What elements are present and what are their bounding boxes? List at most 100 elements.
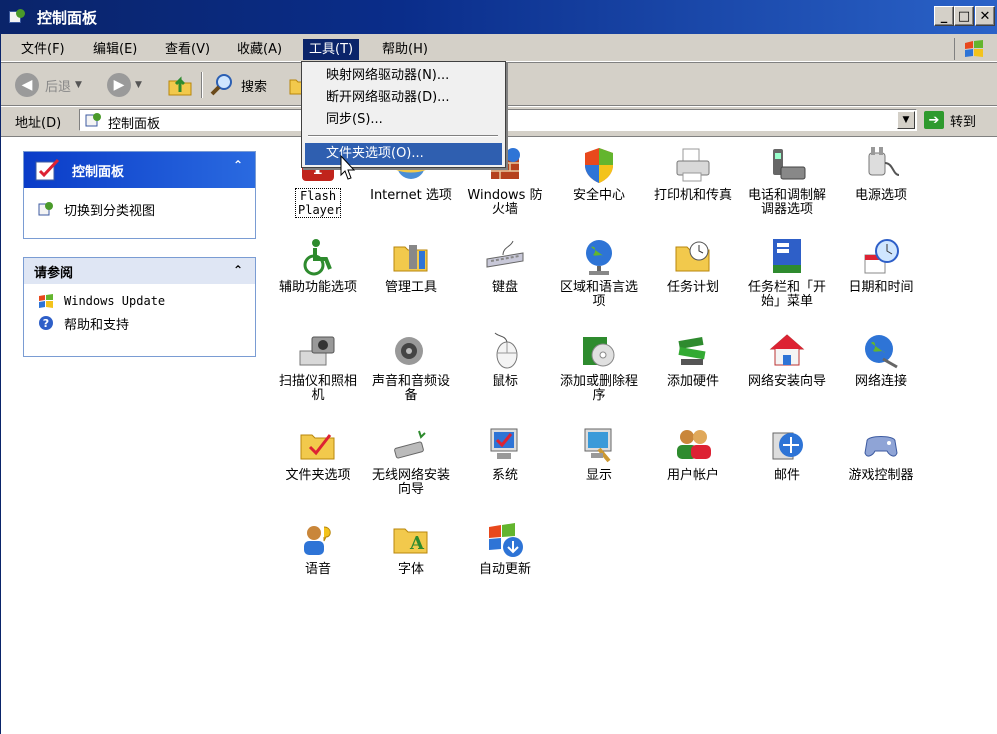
- folder-options-item[interactable]: 文件夹选项: [276, 425, 360, 483]
- printers-faxes-label: 打印机和传真: [653, 188, 732, 203]
- system-item[interactable]: 系统: [463, 425, 547, 483]
- taskbar-icon: [767, 237, 807, 277]
- speech-item[interactable]: 语音: [276, 519, 360, 577]
- folder-options-icon: [298, 425, 338, 465]
- game-controllers-item[interactable]: 游戏控制器: [839, 425, 923, 483]
- see-also-header[interactable]: 请参阅 ⌃: [24, 258, 255, 284]
- keyboard-icon: [485, 237, 525, 277]
- minimize-button[interactable]: _: [934, 6, 954, 26]
- search-icon: [210, 74, 232, 96]
- control-panel-large-icon: [35, 158, 60, 181]
- admin-tools-label: 管理工具: [384, 280, 437, 295]
- add-remove-programs-item[interactable]: 添加或删除程序: [557, 331, 641, 403]
- security-center-item[interactable]: 安全中心: [557, 145, 641, 203]
- keyboard-item[interactable]: 键盘: [463, 237, 547, 295]
- back-button[interactable]: ◀ 后退 ▼: [15, 70, 82, 100]
- search-button[interactable]: 搜索: [209, 70, 267, 100]
- control-panel-pane-title: 控制面板: [72, 164, 125, 180]
- accessibility-item[interactable]: 辅助功能选项: [276, 237, 360, 295]
- date-time-item[interactable]: 日期和时间: [839, 237, 923, 295]
- network-connections-icon: [861, 331, 901, 371]
- scanners-cameras-item[interactable]: 扫描仪和照相机: [276, 331, 360, 403]
- maximize-button[interactable]: □: [954, 6, 974, 26]
- sounds-audio-item[interactable]: 声音和音频设备: [369, 331, 453, 403]
- windows-update-label: Windows Update: [64, 294, 166, 308]
- network-setup-wizard-item[interactable]: 网络安装向导: [745, 331, 829, 389]
- menu-tools[interactable]: 工具(T): [303, 39, 360, 60]
- forward-button[interactable]: ▶ ▼: [107, 70, 142, 100]
- windows-update-icon: [39, 294, 53, 308]
- mail-item[interactable]: 邮件: [745, 425, 829, 483]
- svg-text:A: A: [409, 533, 425, 554]
- mouse-item[interactable]: 鼠标: [463, 331, 547, 389]
- menu-help[interactable]: 帮助(H): [376, 39, 434, 60]
- scheduled-tasks-item[interactable]: 任务计划: [651, 237, 735, 295]
- wireless-setup-label: 无线网络安装向导: [371, 468, 450, 497]
- phone-modem-icon: [767, 145, 807, 185]
- control-panel-icon: [9, 9, 27, 25]
- switch-category-view-label: 切换到分类视图: [64, 203, 156, 219]
- menu-edit[interactable]: 编辑(E): [87, 39, 143, 60]
- network-setup-icon: [767, 331, 807, 371]
- help-support-link[interactable]: ? 帮助和支持: [38, 312, 245, 334]
- mail-label: 邮件: [773, 468, 800, 483]
- disconnect-network-drive-item[interactable]: 断开网络驱动器(D)...: [305, 87, 502, 109]
- regional-language-item[interactable]: 区域和语言选项: [557, 237, 641, 309]
- auto-update-item[interactable]: 自动更新: [463, 519, 547, 577]
- user-accounts-item[interactable]: 用户帐户: [651, 425, 735, 483]
- menu-file[interactable]: 文件(F): [15, 39, 71, 60]
- windows-update-link[interactable]: Windows Update: [38, 290, 245, 312]
- toolbar-separator: [201, 72, 202, 98]
- title-bar[interactable]: 控制面板 _ □ ✕: [1, 0, 997, 34]
- internet-options-label: Internet 选项: [370, 188, 452, 203]
- go-button[interactable]: ➔ 转到: [924, 109, 976, 131]
- phone-modem-item[interactable]: 电话和调制解调器选项: [745, 145, 829, 217]
- address-value: 控制面板: [108, 117, 161, 132]
- game-controller-icon: [861, 425, 901, 465]
- collapse-chevron-icon[interactable]: ⌃: [233, 158, 243, 172]
- address-dropdown-icon[interactable]: ▼: [897, 111, 915, 129]
- address-label: 地址(D): [15, 116, 62, 131]
- windows-logo-icon: [954, 38, 992, 60]
- speaker-icon: [391, 331, 431, 371]
- control-panel-pane-header[interactable]: 控制面板 ⌃: [24, 152, 255, 188]
- svg-text:?: ?: [43, 317, 49, 330]
- folder-options-menu-item[interactable]: 文件夹选项(O)...: [305, 143, 502, 165]
- admin-tools-item[interactable]: 管理工具: [369, 237, 453, 295]
- clock-icon: [861, 237, 901, 277]
- tools-dropdown-menu: 映射网络驱动器(N)... 断开网络驱动器(D)... 同步(S)... 文件夹…: [301, 61, 506, 168]
- fonts-item[interactable]: A 字体: [369, 519, 453, 577]
- control-panel-task-pane: 控制面板 ⌃ 切换到分类视图: [23, 151, 256, 239]
- printers-faxes-item[interactable]: 打印机和传真: [651, 145, 735, 203]
- network-connections-item[interactable]: 网络连接: [839, 331, 923, 389]
- go-arrow-icon: ➔: [924, 111, 944, 129]
- close-button[interactable]: ✕: [975, 6, 995, 26]
- menu-view[interactable]: 查看(V): [159, 39, 216, 60]
- display-item[interactable]: 显示: [557, 425, 641, 483]
- add-hardware-item[interactable]: 添加硬件: [651, 331, 735, 389]
- add-hardware-label: 添加硬件: [666, 374, 719, 389]
- system-label: 系统: [491, 468, 518, 483]
- game-controllers-label: 游戏控制器: [848, 468, 914, 483]
- synchronize-item[interactable]: 同步(S)...: [305, 109, 502, 131]
- wireless-setup-item[interactable]: 无线网络安装向导: [369, 425, 453, 497]
- mouse-label: 鼠标: [491, 374, 518, 389]
- up-folder-button[interactable]: [167, 70, 193, 100]
- regional-language-label: 区域和语言选项: [559, 280, 638, 309]
- switch-category-view-link[interactable]: 切换到分类视图: [38, 198, 245, 220]
- add-remove-programs-icon: [579, 331, 619, 371]
- power-options-item[interactable]: 电源选项: [839, 145, 923, 203]
- power-options-label: 电源选项: [854, 188, 907, 203]
- add-hardware-icon: [673, 331, 713, 371]
- power-icon: [861, 145, 901, 185]
- see-also-pane: 请参阅 ⌃ Windows Update ? 帮助和支持: [23, 257, 256, 357]
- menu-separator: [308, 135, 498, 137]
- speech-icon: [298, 519, 338, 559]
- keyboard-label: 键盘: [491, 280, 518, 295]
- menu-favorites[interactable]: 收藏(A): [231, 39, 288, 60]
- collapse-chevron-icon[interactable]: ⌃: [233, 263, 243, 277]
- taskbar-start-menu-item[interactable]: 任务栏和「开始」菜单: [745, 237, 829, 309]
- map-network-drive-item[interactable]: 映射网络驱动器(N)...: [305, 65, 502, 87]
- network-setup-wizard-label: 网络安装向导: [747, 374, 826, 389]
- admin-tools-icon: [391, 237, 431, 277]
